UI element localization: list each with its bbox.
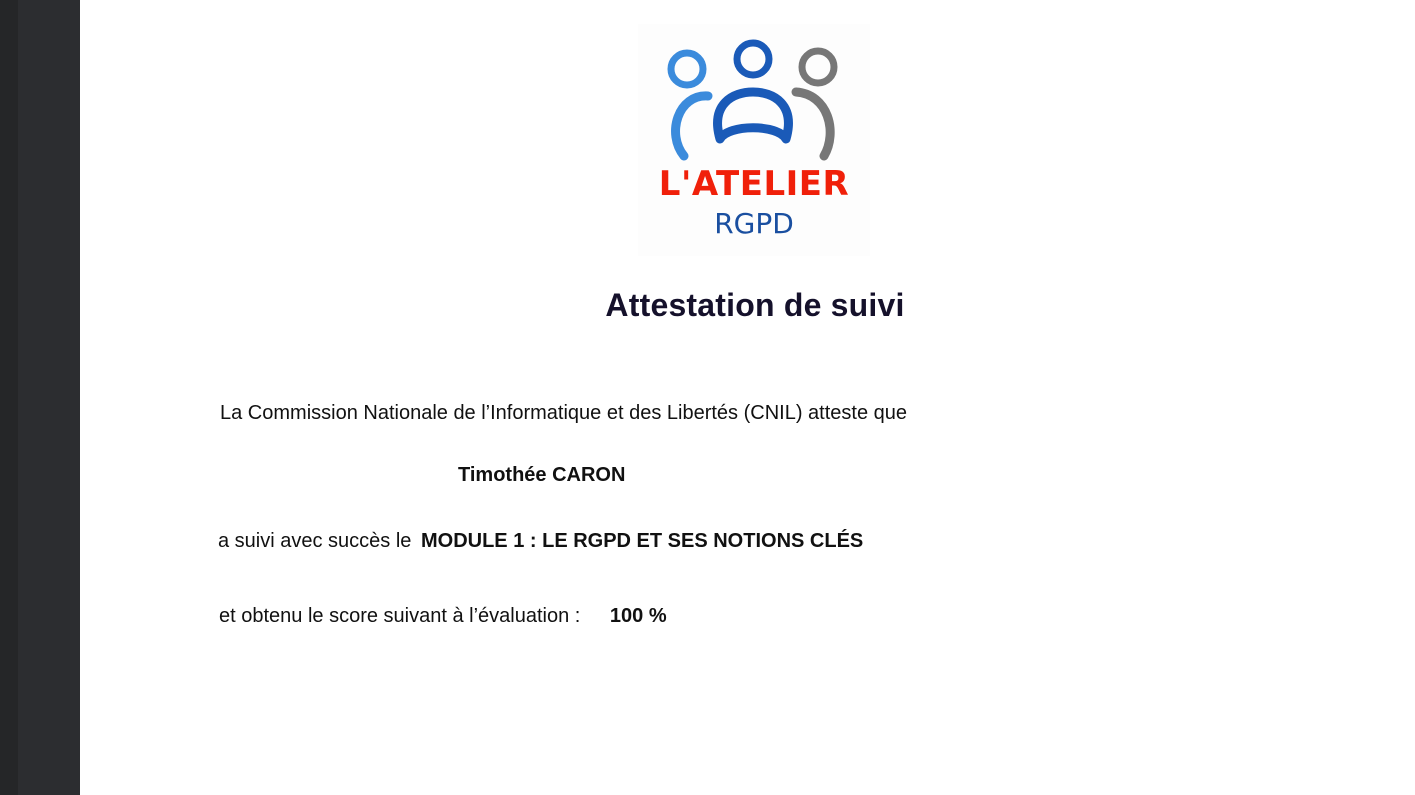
logo-wordmark: L'ATELIER [658, 164, 850, 204]
score-value: 100 % [609, 605, 667, 627]
certificate-title: Attestation de suivi [605, 287, 905, 323]
score-line: et obtenu le score suivant à l’évaluatio… [219, 605, 667, 628]
logo-subtitle: RGPD [714, 207, 794, 240]
recipient-name: Timothée CARON [458, 464, 626, 486]
viewer-left-rail [0, 0, 18, 795]
module-name: MODULE 1 : LE RGPD ET SES NOTIONS CLÉS [420, 530, 864, 552]
intro-line: La Commission Nationale de l’Informatiqu… [220, 402, 908, 424]
completion-prefix: a suivi avec succès le [218, 530, 412, 552]
document-page: L'ATELIER RGPD Attestation de suivi La C… [80, 0, 1415, 795]
atelier-rgpd-logo: L'ATELIER RGPD [638, 24, 870, 256]
viewer-left-gutter [18, 0, 80, 795]
score-prefix: et obtenu le score suivant à l’évaluatio… [219, 605, 581, 627]
completion-line: a suivi avec succès le MODULE 1 : LE RGP… [218, 530, 863, 553]
